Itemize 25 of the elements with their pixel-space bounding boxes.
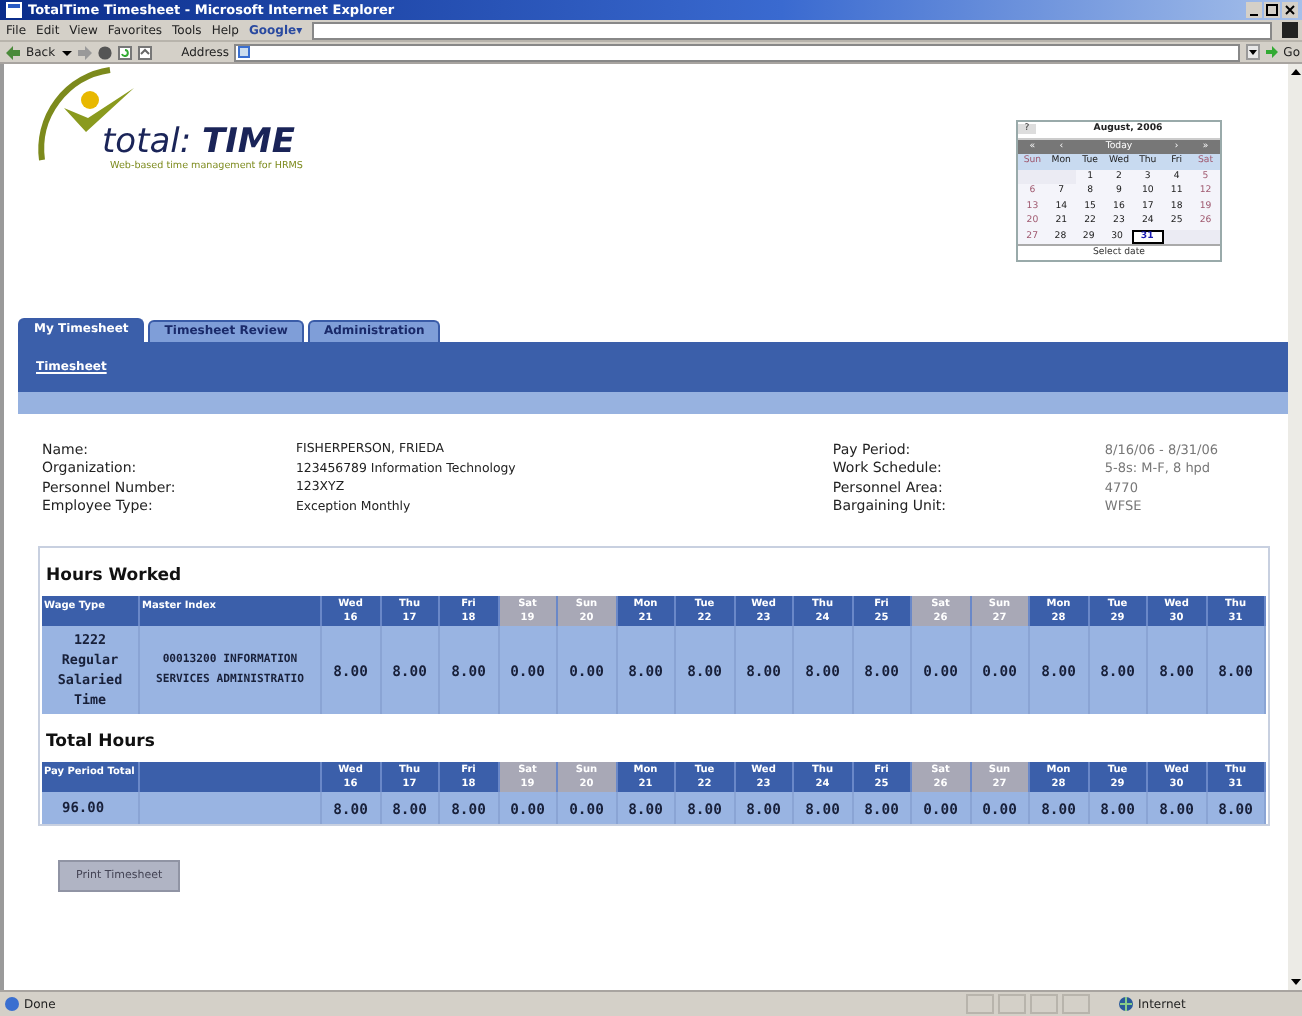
minimize-button[interactable]	[1246, 2, 1262, 18]
status-pane	[998, 994, 1026, 1014]
search-field[interactable]	[312, 21, 1272, 39]
browser-icon	[6, 2, 22, 18]
globe-icon	[1118, 996, 1134, 1012]
brand-logo: total: TIME	[102, 122, 295, 162]
maximize-button[interactable]	[1264, 2, 1280, 18]
page-icon	[4, 996, 20, 1012]
section-title: Hours Worked	[44, 564, 184, 590]
caret-icon[interactable]	[61, 45, 72, 59]
close-button[interactable]	[1282, 2, 1298, 18]
home-icon[interactable]	[137, 45, 152, 59]
scroll-down-icon[interactable]	[1289, 976, 1301, 988]
status-pane	[1030, 994, 1058, 1014]
status-pane	[1062, 994, 1090, 1014]
refresh-icon[interactable]	[117, 45, 132, 59]
address-field[interactable]	[234, 43, 1240, 61]
status-pane	[966, 994, 994, 1014]
stop-icon[interactable]	[97, 45, 112, 59]
page-icon	[238, 46, 251, 58]
section-title: Total Hours	[44, 730, 157, 756]
scroll-up-icon[interactable]	[1289, 66, 1301, 78]
dropdown-icon[interactable]	[1245, 44, 1260, 60]
scrollbar[interactable]	[1288, 64, 1302, 990]
back-arrow-icon[interactable]	[6, 45, 20, 59]
